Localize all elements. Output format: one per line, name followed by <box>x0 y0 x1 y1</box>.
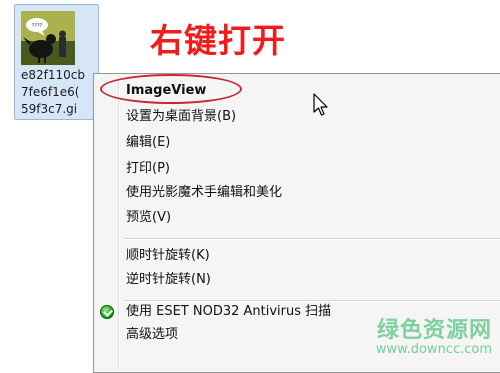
file-name: e82f110cb 7fe6f1e6( 59f3c7.gi <box>21 67 97 118</box>
file-name-line-1: e82f110cb <box>21 68 85 82</box>
menu-item-edit[interactable]: 编辑(E) <box>96 131 500 155</box>
menu-separator <box>124 238 500 240</box>
menu-item-set-desktop-background[interactable]: 设置为桌面背景(B) <box>96 105 500 129</box>
watermark: 绿色资源网 www.downcc.com <box>376 312 492 357</box>
menu-item-rotate-clockwise[interactable]: 顺时针旋转(K) <box>96 244 500 268</box>
annotation-title: 右键打开 <box>150 21 286 60</box>
menu-item-label: 编辑(E) <box>126 135 171 150</box>
file-name-line-3: 59f3c7.gi <box>21 102 78 116</box>
menu-item-rotate-counterclockwise[interactable]: 逆时针旋转(N) <box>96 268 500 292</box>
thumbnail-image-icon: ???? <box>21 11 75 65</box>
mouse-cursor-icon <box>313 93 328 116</box>
menu-item-label: 高级选项 <box>126 327 179 342</box>
thumbnail-bubble-text: ???? <box>32 23 43 29</box>
menu-item-label: 顺时针旋转(K) <box>126 248 210 263</box>
menu-item-label: 设置为桌面背景(B) <box>126 109 237 124</box>
menu-item-edit-with-nEO-imaging[interactable]: 使用光影魔术手编辑和美化 <box>96 181 500 205</box>
watermark-text: 绿色资源网 <box>376 318 492 343</box>
watermark-url: www.downcc.com <box>375 342 492 357</box>
menu-item-label: 打印(P) <box>126 161 170 176</box>
desktop-file-icon[interactable]: ???? e82f110cb 7fe6f1e6( 59f3c7.gi <box>14 4 99 120</box>
file-name-line-2: 7fe6f1e6( <box>21 85 80 99</box>
highlight-ellipse <box>100 74 242 104</box>
menu-item-label: 逆时针旋转(N) <box>126 272 211 287</box>
image-thumbnail: ???? <box>21 11 75 65</box>
menu-item-label: 预览(V) <box>126 210 172 225</box>
menu-item-label: 使用光影魔术手编辑和美化 <box>126 185 283 200</box>
menu-item-print[interactable]: 打印(P) <box>96 157 500 181</box>
menu-item-label: 使用 ESET NOD32 Antivirus 扫描 <box>126 304 332 319</box>
menu-item-preview[interactable]: 预览(V) <box>96 206 500 230</box>
eset-antivirus-icon <box>100 305 114 319</box>
